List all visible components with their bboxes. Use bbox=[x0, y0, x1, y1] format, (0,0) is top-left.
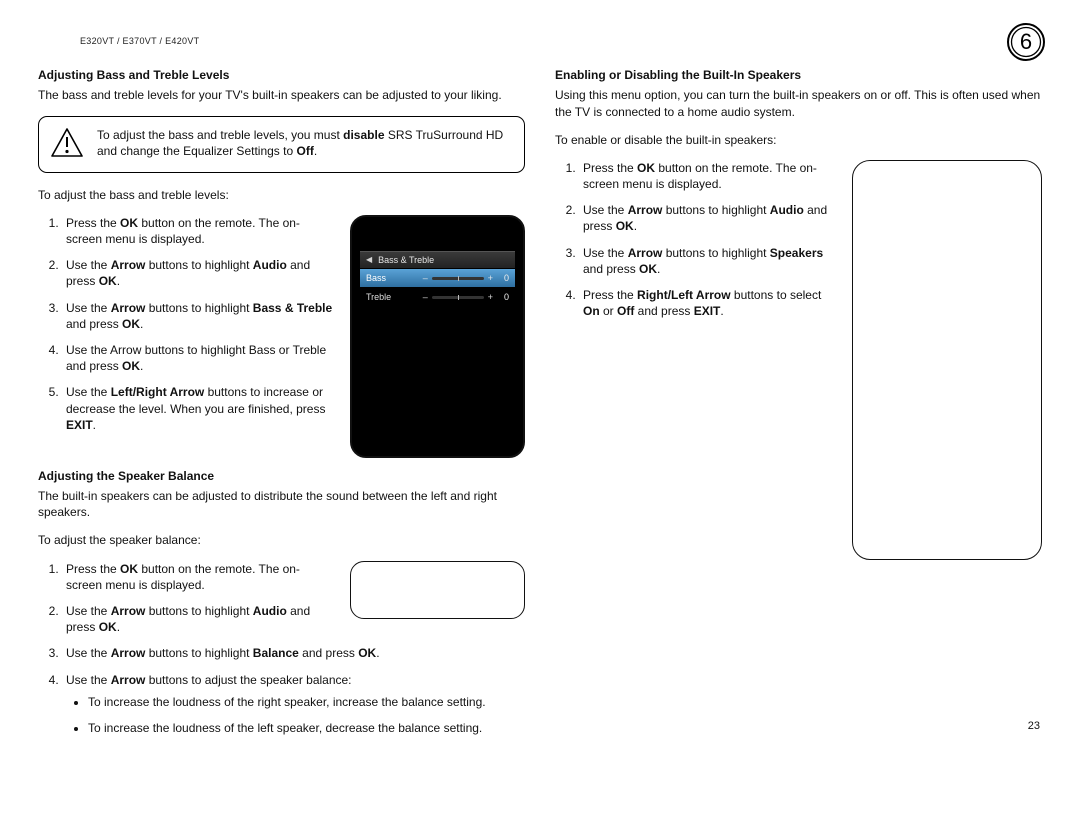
device-menu-row: Bass –+0 bbox=[360, 269, 515, 288]
left-column: Adjusting Bass and Treble Levels The bas… bbox=[38, 67, 525, 750]
section-title-balance: Adjusting the Speaker Balance bbox=[38, 468, 525, 484]
note-box: To adjust the bass and treble levels, yo… bbox=[38, 116, 525, 173]
lead-speakers: To enable or disable the built-in speake… bbox=[555, 132, 1042, 148]
chapter-number-text: 6 bbox=[1020, 29, 1032, 54]
lead-balance: To adjust the speaker balance: bbox=[38, 532, 525, 548]
figure-balance-placeholder bbox=[350, 561, 525, 619]
bullet: To increase the loudness of the right sp… bbox=[88, 694, 525, 710]
note-text: To adjust the bass and treble levels, yo… bbox=[97, 127, 512, 159]
back-arrow-icon: ◀ bbox=[366, 255, 372, 266]
model-header: E320VT / E370VT / E420VT bbox=[38, 35, 1042, 47]
lead-bass-treble: To adjust the bass and treble levels: bbox=[38, 187, 525, 203]
step: Use the Arrow buttons to highlight Bass … bbox=[62, 300, 335, 332]
step: Press the OK button on the remote. The o… bbox=[62, 215, 335, 247]
intro-speakers: Using this menu option, you can turn the… bbox=[555, 87, 1042, 119]
step: Use the Arrow buttons to highlight Audio… bbox=[62, 257, 335, 289]
step: Use the Arrow buttons to highlight Speak… bbox=[579, 245, 842, 277]
figure-speakers-placeholder bbox=[852, 160, 1042, 560]
step: Press the OK button on the remote. The o… bbox=[579, 160, 842, 192]
step: Use the Arrow buttons to highlight Audio… bbox=[579, 202, 842, 234]
step: Use the Left/Right Arrow buttons to incr… bbox=[62, 384, 335, 433]
step: Use the Arrow buttons to adjust the spea… bbox=[62, 672, 525, 737]
step: Press the Right/Left Arrow buttons to se… bbox=[579, 287, 842, 319]
intro-bass-treble: The bass and treble levels for your TV's… bbox=[38, 87, 525, 103]
section-title-bass-treble: Adjusting Bass and Treble Levels bbox=[38, 67, 525, 83]
bullet: To increase the loudness of the left spe… bbox=[88, 720, 525, 736]
page-number: 23 bbox=[1028, 719, 1040, 734]
device-menu-title: ◀ Bass & Treble bbox=[360, 251, 515, 269]
chapter-number-icon: 6 bbox=[1006, 22, 1046, 62]
step: Use the Arrow buttons to highlight Bass … bbox=[62, 342, 335, 374]
steps-bass-treble: Press the OK button on the remote. The o… bbox=[38, 215, 335, 433]
figure-bass-treble-device: ◀ Bass & Treble Bass –+0 Treble –+0 bbox=[350, 215, 525, 458]
right-column: Enabling or Disabling the Built-In Speak… bbox=[555, 67, 1042, 750]
intro-balance: The built-in speakers can be adjusted to… bbox=[38, 488, 525, 520]
step: Use the Arrow buttons to highlight Balan… bbox=[62, 645, 525, 661]
device-menu-row: Treble –+0 bbox=[360, 288, 515, 307]
steps-speakers: Press the OK button on the remote. The o… bbox=[555, 160, 842, 320]
section-title-speakers: Enabling or Disabling the Built-In Speak… bbox=[555, 67, 1042, 83]
warning-icon bbox=[51, 127, 83, 162]
